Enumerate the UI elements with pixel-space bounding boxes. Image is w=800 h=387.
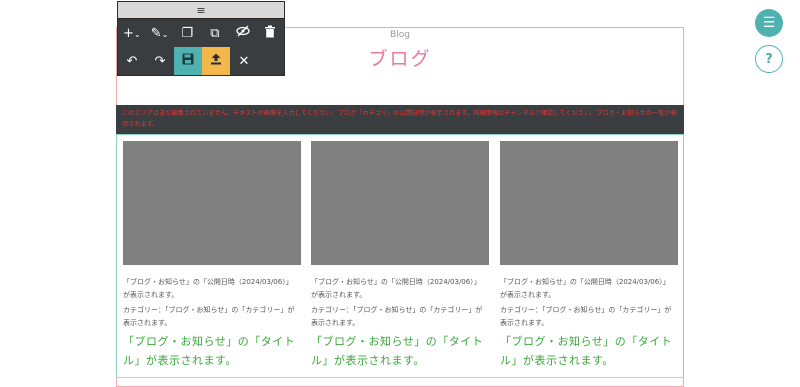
- card-title[interactable]: 「ブログ・お知らせ」の「タイトル」が表示されます。: [311, 332, 489, 370]
- card-date: 「ブログ・お知らせ」の「公開日時（2024/03/06）」が表示されます。: [311, 278, 481, 299]
- upload-button[interactable]: [202, 47, 230, 75]
- card-meta: 「ブログ・お知らせ」の「公開日時（2024/03/06）」が表示されます。 カテ…: [123, 276, 301, 330]
- add-button[interactable]: +⌄: [118, 19, 146, 47]
- card-category: カテゴリー：「ブログ・お知らせ」の「カテゴリー」が表示されます。: [123, 306, 295, 327]
- divider: [116, 377, 684, 378]
- menu-icon: ☰: [762, 15, 776, 31]
- card-thumbnail[interactable]: [311, 141, 489, 265]
- upload-icon: [210, 53, 222, 69]
- close-button[interactable]: ✕: [230, 47, 258, 75]
- duplicate-button[interactable]: ⧉: [201, 19, 229, 47]
- help-icon: ?: [765, 51, 773, 67]
- save-button[interactable]: [174, 47, 202, 75]
- card-meta: 「ブログ・お知らせ」の「公開日時（2024/03/06）」が表示されます。 カテ…: [500, 276, 678, 330]
- copy-icon: ❐: [181, 25, 193, 41]
- edit-button[interactable]: ✎⌄: [146, 19, 174, 47]
- blog-card[interactable]: 「ブログ・お知らせ」の「公開日時（2024/03/06）」が表示されます。 カテ…: [311, 141, 489, 370]
- undo-button[interactable]: ↶: [118, 47, 146, 75]
- help-button[interactable]: ?: [755, 45, 783, 73]
- delete-icon: [264, 25, 276, 42]
- add-icon: +⌄: [123, 25, 141, 41]
- card-date: 「ブログ・お知らせ」の「公開日時（2024/03/06）」が表示されます。: [500, 278, 670, 299]
- card-meta: 「ブログ・お知らせ」の「公開日時（2024/03/06）」が表示されます。 カテ…: [311, 276, 489, 330]
- hide-button[interactable]: [229, 19, 257, 47]
- delete-button[interactable]: [256, 19, 284, 47]
- card-date: 「ブログ・お知らせ」の「公開日時（2024/03/06）」が表示されます。: [123, 278, 293, 299]
- card-thumbnail[interactable]: [123, 141, 301, 265]
- menu-button[interactable]: ☰: [755, 9, 783, 37]
- close-icon: ✕: [238, 53, 250, 69]
- toolbar-row-1: +⌄ ✎⌄ ❐ ⧉: [118, 19, 284, 47]
- card-category: カテゴリー：「ブログ・お知らせ」の「カテゴリー」が表示されます。: [311, 306, 483, 327]
- duplicate-icon: ⧉: [210, 25, 220, 41]
- save-icon: [182, 53, 194, 69]
- notice-bar: このエリアはまだ編集されていません。テキストや画像を入力してください。ブログ「カ…: [116, 105, 684, 134]
- copy-button[interactable]: ❐: [173, 19, 201, 47]
- edit-icon: ✎⌄: [150, 25, 169, 41]
- toolbar-drag-handle[interactable]: ≡: [118, 2, 284, 19]
- hide-icon: [235, 24, 250, 42]
- notice-text: このエリアはまだ編集されていません。テキストや画像を入力してください。ブログ「カ…: [122, 110, 677, 128]
- redo-icon: ↷: [154, 53, 166, 69]
- card-title[interactable]: 「ブログ・お知らせ」の「タイトル」が表示されます。: [500, 332, 678, 370]
- redo-button[interactable]: ↷: [146, 47, 174, 75]
- blog-card[interactable]: 「ブログ・お知らせ」の「公開日時（2024/03/06）」が表示されます。 カテ…: [500, 141, 678, 370]
- card-category: カテゴリー：「ブログ・お知らせ」の「カテゴリー」が表示されます。: [500, 306, 672, 327]
- editor-toolbar: ≡ +⌄ ✎⌄ ❐ ⧉ ↶ ↷ ✕: [117, 1, 285, 76]
- toolbar-row-2: ↶ ↷ ✕: [118, 47, 284, 75]
- card-title[interactable]: 「ブログ・お知らせ」の「タイトル」が表示されます。: [123, 332, 301, 370]
- blog-card[interactable]: 「ブログ・お知らせ」の「公開日時（2024/03/06）」が表示されます。 カテ…: [123, 141, 301, 370]
- drag-handle-icon: ≡: [196, 3, 206, 17]
- undo-icon: ↶: [126, 53, 138, 69]
- card-thumbnail[interactable]: [500, 141, 678, 265]
